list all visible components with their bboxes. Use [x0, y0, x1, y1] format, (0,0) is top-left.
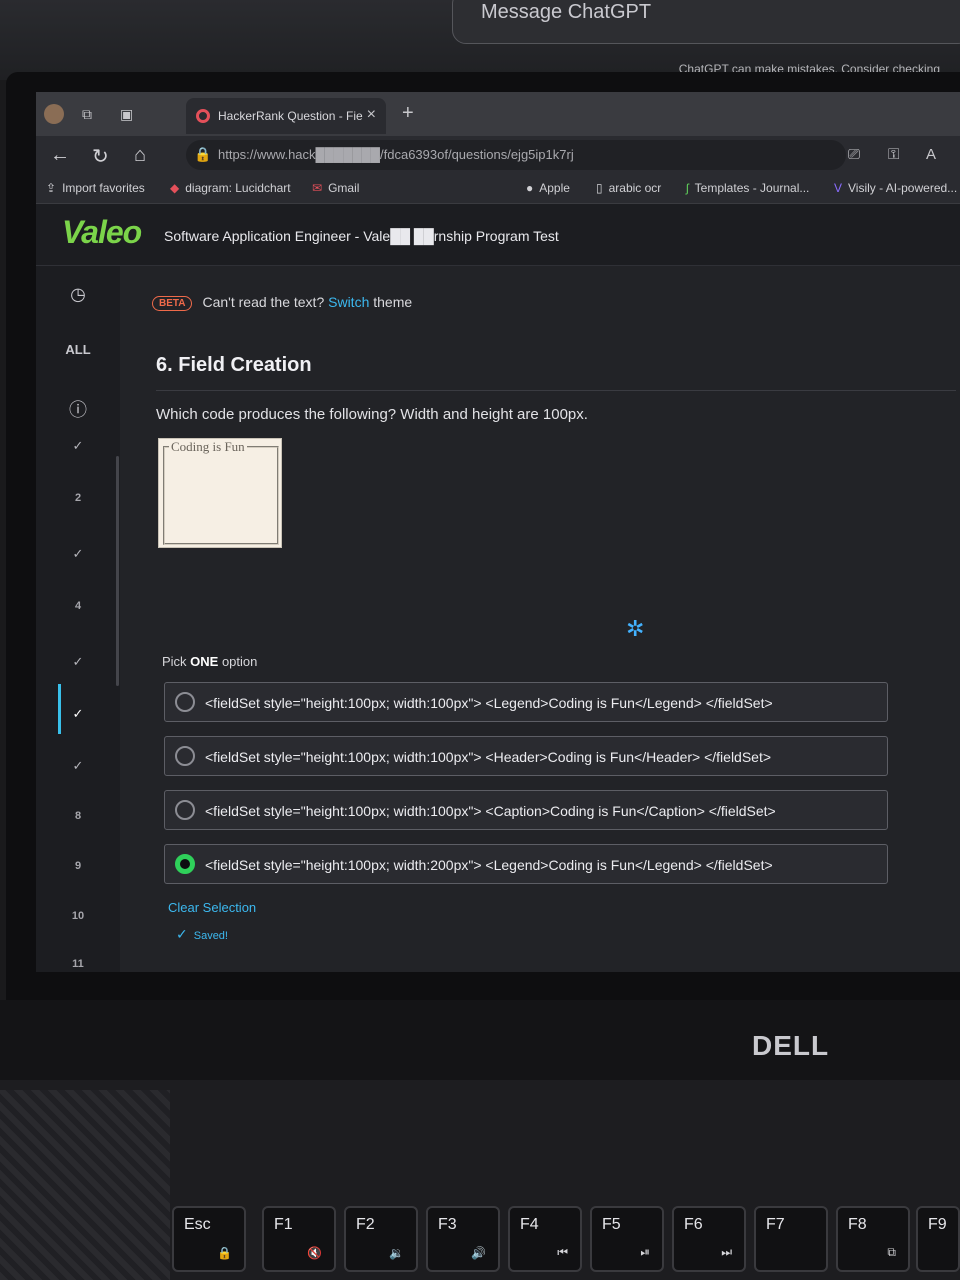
app-header: Valeo Software Application Engineer - Va… [36, 204, 960, 266]
key-f7[interactable]: F7 [754, 1206, 828, 1272]
tab-actions-icon[interactable]: ▣ [120, 106, 136, 122]
switch-theme-link[interactable]: Switch [328, 294, 369, 310]
browser-tab-bar: ⧉ ▣ HackerRank Question - Fie × + [36, 92, 960, 136]
workspaces-icon[interactable]: ⧉ [82, 106, 98, 122]
preview-legend: Coding is Fun [171, 439, 245, 454]
radio-option-1[interactable] [175, 692, 195, 712]
bookmark-templates[interactable]: ʃ Templates - Journal... [686, 181, 809, 195]
url-text: https://www.hack███████/fdca6393of/quest… [218, 147, 574, 162]
external-monitor: Message ChatGPT ChatGPT can make mistake… [0, 0, 960, 80]
close-icon[interactable]: × [367, 106, 376, 124]
tab-hackerrank[interactable]: HackerRank Question - Fie × [186, 98, 386, 134]
theme-notice: BETA Can't read the text? Switch theme [152, 294, 412, 311]
bookmark-arabic-ocr[interactable]: ▯ arabic ocr [596, 181, 661, 195]
read-aloud-icon[interactable]: A [926, 146, 936, 163]
option-1-text: <fieldSet style="height:100px; width:100… [205, 695, 773, 711]
sidebar-item-1[interactable]: ✓ [36, 438, 120, 454]
sidebar-item-6[interactable]: ✓ [36, 706, 120, 722]
gmail-icon: ✉ [312, 181, 323, 195]
sidebar-item-8[interactable]: 8 [36, 810, 120, 822]
info-icon[interactable]: ⓘ [36, 396, 120, 422]
home-icon[interactable]: ⌂ [134, 144, 146, 167]
key-icon[interactable]: ⚿ [888, 146, 899, 163]
chatgpt-input-placeholder: Message ChatGPT [481, 1, 652, 23]
key-f3[interactable]: F3 🔊 [426, 1206, 500, 1272]
mouse-cursor-icon: ✲ [626, 616, 645, 641]
bookmark-import-favorites[interactable]: ⇪ Import favorites [46, 181, 145, 195]
sidebar-item-all[interactable]: ALL [36, 342, 120, 357]
sidebar-item-4[interactable]: 4 [36, 600, 120, 612]
sidebar-item-10[interactable]: 10 [36, 910, 120, 922]
refresh-icon[interactable]: ↻ [92, 144, 109, 169]
apple-icon: ● [526, 181, 534, 195]
key-f2[interactable]: F2 🔉 [344, 1206, 418, 1272]
key-f1[interactable]: F1 🔇 [262, 1206, 336, 1272]
question-content: BETA Can't read the text? Switch theme 6.… [120, 266, 960, 972]
key-f5[interactable]: F5 ⏯ [590, 1206, 664, 1272]
chatgpt-message-input[interactable]: Message ChatGPT [452, 0, 960, 44]
key-f6[interactable]: F6 ⏭ [672, 1206, 746, 1272]
radio-option-2[interactable] [175, 746, 195, 766]
url-input[interactable]: 🔒 https://www.hack███████/fdca6393of/que… [186, 140, 846, 170]
radio-option-4-selected[interactable] [175, 854, 195, 874]
templates-icon: ʃ [686, 181, 689, 195]
import-icon: ⇪ [46, 181, 57, 195]
preview-fieldset: Coding is Fun [163, 439, 279, 545]
theme-notice-suffix: theme [373, 294, 413, 310]
key-f9[interactable]: F9 [916, 1206, 960, 1272]
laptop-screen: ⧉ ▣ HackerRank Question - Fie × + ← ↻ ⌂ … [36, 92, 960, 972]
option-1[interactable]: <fieldSet style="height:100px; width:100… [164, 682, 888, 722]
theme-notice-text: Can't read the text? [202, 294, 325, 310]
sidebar-item-2[interactable]: 2 [36, 492, 120, 504]
camera-icon[interactable]: ⎚ [848, 146, 860, 163]
sidebar-item-5[interactable]: ✓ [36, 654, 120, 670]
check-circle-icon: ✓ [176, 926, 188, 942]
beta-badge: BETA [152, 296, 193, 311]
pick-label: Pick ONE option [162, 654, 258, 669]
key-f8[interactable]: F8 ⧉ [836, 1206, 910, 1272]
option-2-text: <fieldSet style="height:100px; width:100… [205, 749, 772, 765]
lock-icon: 🔒 [194, 146, 212, 162]
question-title: 6. Field Creation [156, 354, 312, 376]
question-text: Which code produces the following? Width… [156, 406, 588, 423]
key-esc[interactable]: Esc 🔒 [172, 1206, 246, 1272]
tab-title: HackerRank Question - Fie [218, 109, 363, 123]
sidebar-scrollbar[interactable] [116, 456, 119, 686]
option-3[interactable]: <fieldSet style="height:100px; width:100… [164, 790, 888, 830]
browser-address-bar: ← ↻ ⌂ 🔒 https://www.hack███████/fdca6393… [36, 136, 960, 174]
visily-icon: V [834, 181, 843, 195]
option-3-text: <fieldSet style="height:100px; width:100… [205, 803, 776, 819]
bookmark-visily[interactable]: V Visily - AI-powered... [834, 181, 957, 195]
radio-option-3[interactable] [175, 800, 195, 820]
sidebar-item-11[interactable]: 11 [36, 958, 120, 970]
tab-favicon-icon [196, 109, 210, 123]
lucidchart-icon: ◆ [170, 181, 180, 195]
valeo-logo: Valeo [62, 214, 142, 250]
clear-selection-link[interactable]: Clear Selection [168, 900, 256, 915]
sidebar-item-9[interactable]: 9 [36, 860, 120, 872]
sidebar-item-7[interactable]: ✓ [36, 758, 120, 774]
key-f4[interactable]: F4 ⏮ [508, 1206, 582, 1272]
keyboard-texture [0, 1090, 170, 1280]
fieldset-preview: Coding is Fun [158, 438, 282, 548]
dell-logo: DELL [752, 1030, 830, 1061]
back-icon[interactable]: ← [50, 144, 70, 167]
profile-avatar[interactable] [44, 104, 64, 124]
option-4-text: <fieldSet style="height:100px; width:200… [205, 857, 773, 873]
option-2[interactable]: <fieldSet style="height:100px; width:100… [164, 736, 888, 776]
bookmark-apple[interactable]: ● Apple [526, 181, 570, 195]
bookmark-lucidchart[interactable]: ◆ diagram: Lucidchart [170, 181, 291, 195]
test-title: Software Application Engineer - Vale██ █… [164, 228, 559, 244]
saved-status: ✓ Saved! [176, 926, 228, 942]
timer-icon[interactable]: ◷ [36, 284, 120, 305]
bookmark-gmail[interactable]: ✉ Gmail [312, 181, 359, 195]
page-icon: ▯ [596, 181, 603, 195]
new-tab-icon[interactable]: + [402, 102, 414, 125]
bookmarks-bar: ⇪ Import favorites ◆ diagram: Lucidchart ✉… [36, 174, 960, 204]
sidebar-item-3[interactable]: ✓ [36, 546, 120, 562]
question-sidebar: ◷ ALL ⓘ ✓ 2 ✓ 4 ✓ ✓ ✓ 8 9 10 11 [36, 266, 120, 972]
option-4[interactable]: <fieldSet style="height:100px; width:200… [164, 844, 888, 884]
divider [156, 390, 956, 391]
